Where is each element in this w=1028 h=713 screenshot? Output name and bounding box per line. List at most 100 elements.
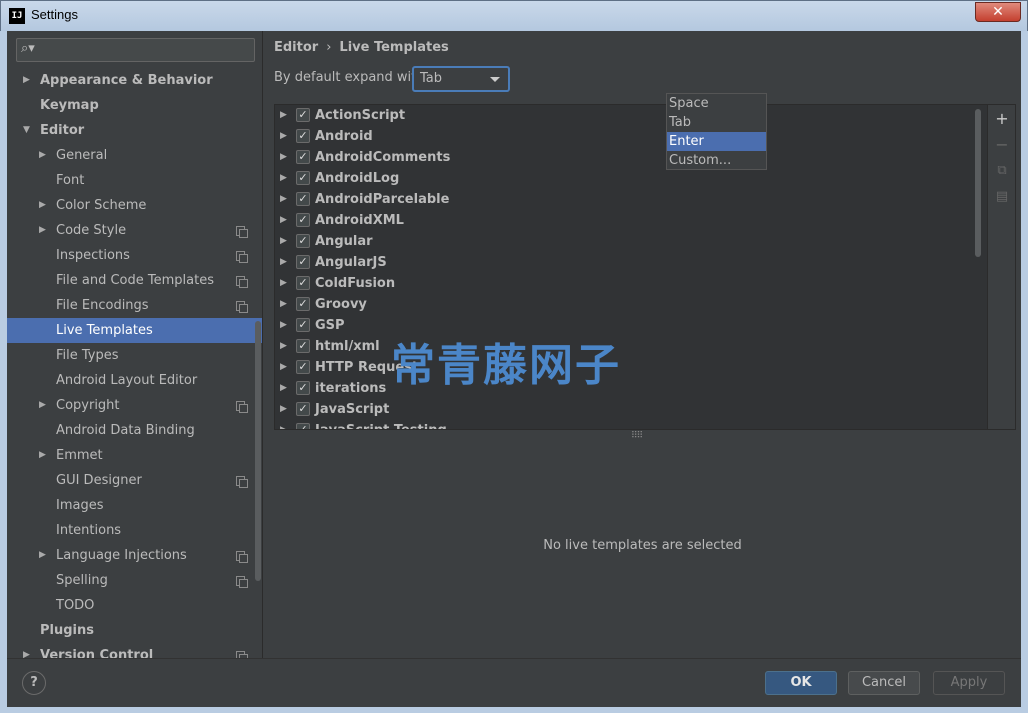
template-group-checkbox[interactable]: ✓ [296,108,310,122]
sidebar-item[interactable]: Images [7,493,262,518]
templates-scrollbar[interactable] [975,109,981,257]
template-group-checkbox[interactable]: ✓ [296,234,310,248]
template-group-row[interactable]: ▶ ✓ JavaScript Testing [275,420,975,429]
template-group-checkbox[interactable]: ✓ [296,213,310,227]
template-group-row[interactable]: ▶ ✓ Android [275,126,975,147]
chevron-right-icon[interactable]: ▶ [39,393,46,418]
template-group-row[interactable]: ▶ ✓ iterations [275,378,975,399]
chevron-right-icon[interactable]: ▶ [39,193,46,218]
template-group-row[interactable]: ▶ ✓ GSP [275,315,975,336]
add-icon[interactable]: + [988,107,1015,131]
sidebar-item[interactable]: Spelling [7,568,262,593]
restore-icon[interactable]: ▤ [988,185,1015,209]
template-group-checkbox[interactable]: ✓ [296,360,310,374]
template-group-checkbox[interactable]: ✓ [296,255,310,269]
sidebar-item[interactable]: ▶ Code Style [7,218,262,243]
sidebar-item[interactable]: Font [7,168,262,193]
chevron-right-icon[interactable]: ▶ [280,231,287,252]
template-group-row[interactable]: ▶ ✓ Groovy [275,294,975,315]
chevron-right-icon[interactable]: ▶ [39,143,46,168]
template-group-checkbox[interactable]: ✓ [296,339,310,353]
search-input[interactable]: ⌕▾ [16,38,255,62]
sidebar-scrollbar[interactable] [255,321,261,581]
template-group-row[interactable]: ▶ ✓ Angular [275,231,975,252]
chevron-right-icon[interactable]: ▶ [280,420,287,429]
sidebar-item[interactable]: File Types [7,343,262,368]
dropdown-option[interactable]: Custom... [667,151,766,170]
sidebar-item[interactable]: Keymap [7,93,262,118]
splitter-handle[interactable]: ⠿⠿ [631,431,643,441]
template-group-row[interactable]: ▶ ✓ AndroidXML [275,210,975,231]
sidebar-item[interactable]: Live Templates [7,318,262,343]
chevron-right-icon[interactable]: ▶ [23,643,30,658]
chevron-right-icon[interactable]: ▶ [280,210,287,231]
chevron-right-icon[interactable]: ▶ [280,315,287,336]
sidebar-item[interactable]: ▶ Version Control [7,643,262,658]
sidebar-item[interactable]: ▼ Editor [7,118,262,143]
chevron-right-icon[interactable]: ▶ [280,357,287,378]
remove-icon[interactable]: − [988,133,1015,157]
chevron-right-icon[interactable]: ▶ [280,336,287,357]
template-group-checkbox[interactable]: ✓ [296,171,310,185]
template-group-row[interactable]: ▶ ✓ ActionScript [275,105,975,126]
dropdown-option[interactable]: Tab [667,113,766,132]
chevron-right-icon[interactable]: ▶ [39,443,46,468]
template-group-checkbox[interactable]: ✓ [296,423,310,429]
template-group-checkbox[interactable]: ✓ [296,381,310,395]
sidebar-item[interactable]: ▶ Language Injections [7,543,262,568]
template-group-checkbox[interactable]: ✓ [296,192,310,206]
chevron-right-icon[interactable]: ▶ [39,218,46,243]
breadcrumb-parent[interactable]: Editor [274,40,318,55]
sidebar-item[interactable]: ▶ Appearance & Behavior [7,68,262,93]
chevron-right-icon[interactable]: ▶ [280,168,287,189]
template-group-checkbox[interactable]: ✓ [296,129,310,143]
sidebar-item[interactable]: Android Data Binding [7,418,262,443]
chevron-right-icon[interactable]: ▶ [280,105,287,126]
sidebar-item[interactable]: GUI Designer [7,468,262,493]
dropdown-option[interactable]: Enter [667,132,766,151]
template-group-checkbox[interactable]: ✓ [296,150,310,164]
sidebar-item[interactable]: ▶ General [7,143,262,168]
copy-icon[interactable]: ⧉ [988,159,1015,183]
chevron-right-icon[interactable]: ▶ [280,378,287,399]
help-button[interactable]: ? [22,671,46,695]
template-group-row[interactable]: ▶ ✓ JavaScript [275,399,975,420]
expand-with-select[interactable]: Tab [412,66,510,92]
template-group-checkbox[interactable]: ✓ [296,318,310,332]
sidebar-item[interactable]: TODO [7,593,262,618]
template-group-checkbox[interactable]: ✓ [296,276,310,290]
chevron-right-icon[interactable]: ▶ [23,68,30,93]
sidebar-item[interactable]: ▶ Emmet [7,443,262,468]
sidebar-item[interactable]: File and Code Templates [7,268,262,293]
chevron-right-icon[interactable]: ▶ [280,126,287,147]
template-group-checkbox[interactable]: ✓ [296,297,310,311]
template-group-row[interactable]: ▶ ✓ AndroidLog [275,168,975,189]
close-icon[interactable]: ✕ [975,2,1021,22]
chevron-right-icon[interactable]: ▶ [280,273,287,294]
cancel-button[interactable]: Cancel [848,671,920,695]
template-group-checkbox[interactable]: ✓ [296,402,310,416]
chevron-right-icon[interactable]: ▶ [39,543,46,568]
sidebar-item[interactable]: Inspections [7,243,262,268]
template-group-row[interactable]: ▶ ✓ html/xml [275,336,975,357]
dropdown-option[interactable]: Space [667,94,766,113]
template-group-row[interactable]: ▶ ✓ HTTP Request [275,357,975,378]
sidebar-item[interactable]: Android Layout Editor [7,368,262,393]
template-group-row[interactable]: ▶ ✓ AndroidComments [275,147,975,168]
sidebar-item[interactable]: ▶ Color Scheme [7,193,262,218]
sidebar-item[interactable]: Plugins [7,618,262,643]
chevron-right-icon[interactable]: ▶ [280,147,287,168]
sidebar-item[interactable]: ▶ Copyright [7,393,262,418]
template-group-row[interactable]: ▶ ✓ ColdFusion [275,273,975,294]
ok-button[interactable]: OK [765,671,837,695]
chevron-right-icon[interactable]: ▶ [280,294,287,315]
sidebar-item[interactable]: Intentions [7,518,262,543]
template-group-row[interactable]: ▶ ✓ AndroidParcelable [275,189,975,210]
chevron-right-icon[interactable]: ▶ [280,399,287,420]
apply-button[interactable]: Apply [933,671,1005,695]
sidebar-item[interactable]: File Encodings [7,293,262,318]
chevron-right-icon[interactable]: ▶ [280,189,287,210]
template-group-row[interactable]: ▶ ✓ AngularJS [275,252,975,273]
chevron-right-icon[interactable]: ▶ [280,252,287,273]
chevron-down-icon[interactable]: ▼ [23,118,30,143]
